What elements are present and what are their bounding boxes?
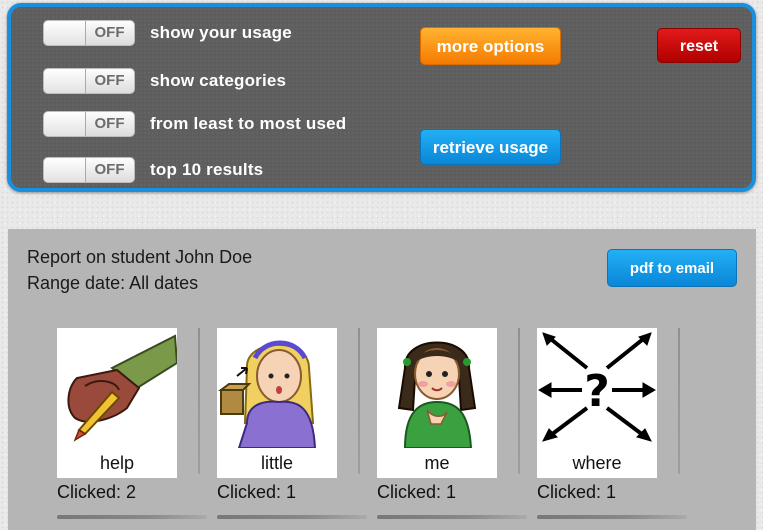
svg-text:?: ? [584, 366, 610, 417]
card-clicked-count: Clicked: 1 [217, 482, 297, 502]
top-10-toggle[interactable]: OFF [43, 157, 135, 183]
word-card-me[interactable]: me Clicked: 1 [377, 328, 527, 530]
card-word: where [572, 453, 622, 473]
word-card-help[interactable]: help Clicked: 2 [57, 328, 207, 530]
toggle-row-show-usage: OFF show your usage [43, 19, 292, 47]
word-card-where[interactable]: ? where Clicked: 1 [537, 328, 687, 530]
card-divider [358, 328, 360, 474]
retrieve-usage-button[interactable]: retrieve usage [420, 129, 561, 165]
card-divider [678, 328, 680, 474]
card-word: help [99, 453, 135, 473]
card-clicked-count: Clicked: 2 [57, 482, 137, 502]
toggle-row-least-to-most: OFF from least to most used [43, 110, 346, 138]
toggle-knob [44, 158, 86, 182]
show-categories-toggle[interactable]: OFF [43, 68, 135, 94]
show-usage-toggle[interactable]: OFF [43, 20, 135, 46]
toggle-state: OFF [94, 161, 125, 178]
top-10-label: top 10 results [150, 160, 264, 179]
report-range: Range date: All dates [27, 273, 199, 293]
show-categories-label: show categories [150, 71, 287, 90]
card-clicked-count: Clicked: 1 [537, 482, 617, 502]
word-card-little[interactable]: little Clicked: 1 [217, 328, 367, 530]
least-to-most-toggle[interactable]: OFF [43, 111, 135, 137]
show-usage-label: show your usage [150, 23, 292, 42]
card-shelf [217, 515, 367, 519]
report-panel: Report on student John Doe Range date: A… [8, 229, 756, 530]
least-to-most-label: from least to most used [150, 114, 347, 133]
card-divider [198, 328, 200, 474]
toggle-state: OFF [94, 72, 125, 89]
toggle-knob [44, 21, 86, 45]
report-heading: Report on student John Doe [27, 247, 253, 267]
toggle-state: OFF [94, 115, 125, 132]
card-divider [518, 328, 520, 474]
toggle-row-top-10: OFF top 10 results [43, 156, 263, 184]
reset-button[interactable]: reset [657, 28, 741, 63]
usage-control-panel: OFF show your usage OFF show categories … [7, 3, 756, 192]
toggle-state: OFF [94, 24, 125, 41]
toggle-knob [44, 69, 86, 93]
card-word: me [424, 453, 450, 473]
card-shelf [57, 515, 207, 519]
card-shelf [537, 515, 687, 519]
pdf-to-email-button[interactable]: pdf to email [607, 249, 737, 287]
toggle-row-show-categories: OFF show categories [43, 67, 286, 95]
card-clicked-count: Clicked: 1 [377, 482, 457, 502]
more-options-button[interactable]: more options [420, 27, 561, 65]
card-word: little [260, 453, 293, 473]
card-shelf [377, 515, 527, 519]
toggle-knob [44, 112, 86, 136]
